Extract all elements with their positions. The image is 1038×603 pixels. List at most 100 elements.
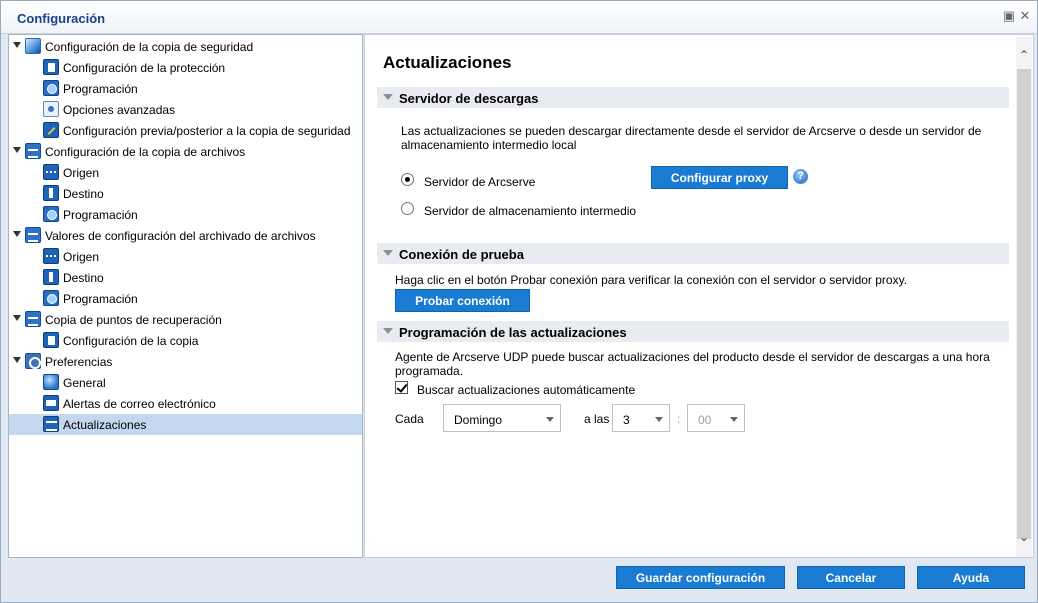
at-label: a las <box>584 412 610 426</box>
tree-node-recovery-point-copy[interactable]: Copia de puntos de recuperación <box>9 309 362 330</box>
test-connection-button[interactable]: Probar conexión <box>395 289 530 312</box>
tree-node-file-archive-source[interactable]: Origen <box>9 246 362 267</box>
updates-icon <box>43 416 59 432</box>
radio-arcserve-server[interactable] <box>401 173 414 186</box>
scroll-up-icon[interactable]: ⌃ <box>1016 47 1032 63</box>
updates-panel: Actualizaciones Servidor de descargas La… <box>364 34 1034 558</box>
tree-node-backup-schedule[interactable]: Programación <box>9 78 362 99</box>
tree-node-file-copy-schedule[interactable]: Programación <box>9 204 362 225</box>
hour-select[interactable]: 3 <box>612 404 670 432</box>
tree-node-label: Programación <box>63 82 138 96</box>
pre-post-icon <box>43 122 59 138</box>
tree-node-general[interactable]: General <box>9 372 362 393</box>
tree-node-file-archive-settings[interactable]: Valores de configuración del archivado d… <box>9 225 362 246</box>
section-download-server[interactable]: Servidor de descargas <box>377 87 1009 108</box>
tree-node-backup-settings[interactable]: Configuración de la copia de seguridad <box>9 36 362 57</box>
destination-icon <box>43 269 59 285</box>
recovery-copy-icon <box>25 311 41 327</box>
scrollbar-thumb[interactable] <box>1017 69 1031 539</box>
panel-scrollbar[interactable]: ⌃ ⌄ <box>1016 37 1032 557</box>
source-icon <box>43 164 59 180</box>
auto-check-checkbox[interactable] <box>395 381 408 394</box>
tree-node-advanced-options[interactable]: Opciones avanzadas <box>9 99 362 120</box>
tree-node-label: Origen <box>63 166 100 180</box>
tree-node-label: Configuración de la copia de seguridad <box>45 40 254 54</box>
tree-node-updates[interactable]: Actualizaciones <box>9 414 362 435</box>
tree-node-label: Programación <box>63 208 138 222</box>
page-title: Actualizaciones <box>383 53 512 72</box>
schedule-icon <box>43 290 59 306</box>
tree-node-label: Destino <box>63 271 104 285</box>
tree-node-label: Copia de puntos de recuperación <box>45 313 222 327</box>
tree-node-label: Actualizaciones <box>63 418 147 432</box>
radio-staging-server[interactable] <box>401 202 414 215</box>
day-select-value: Domingo <box>454 413 503 427</box>
section-update-schedule[interactable]: Programación de las actualizaciones <box>377 321 1009 342</box>
help-icon[interactable]: ? <box>793 169 808 184</box>
minute-select[interactable]: 00 <box>687 404 745 432</box>
section-heading: Conexión de prueba <box>399 247 524 262</box>
settings-tree: Configuración de la copia de seguridad C… <box>8 34 363 558</box>
day-select[interactable]: Domingo <box>443 404 561 432</box>
time-separator: : <box>677 412 681 426</box>
expand-triangle-icon[interactable] <box>13 357 21 363</box>
tree-node-label: Destino <box>63 187 104 201</box>
email-alerts-icon <box>43 395 59 411</box>
radio-staging-label: Servidor de almacenamiento intermedio <box>424 204 637 218</box>
collapse-triangle-icon[interactable] <box>383 94 393 100</box>
save-settings-button[interactable]: Guardar configuración <box>616 566 785 589</box>
download-server-description: Las actualizaciones se pueden descargar … <box>401 124 982 152</box>
chevron-down-icon <box>546 417 554 422</box>
tree-node-label: Programación <box>63 292 138 306</box>
test-connection-description: Haga clic en el botón Probar conexión pa… <box>395 273 908 287</box>
copy-settings-icon <box>43 332 59 348</box>
tree-node-file-archive-schedule[interactable]: Programación <box>9 288 362 309</box>
tree-node-protection-settings[interactable]: Configuración de la protección <box>9 57 362 78</box>
collapse-triangle-icon[interactable] <box>383 250 393 256</box>
tree-node-file-archive-destination[interactable]: Destino <box>9 267 362 288</box>
configure-proxy-button[interactable]: Configurar proxy <box>651 166 788 189</box>
expand-triangle-icon[interactable] <box>13 231 21 237</box>
tree-node-label: Alertas de correo electrónico <box>63 397 216 411</box>
expand-triangle-icon[interactable] <box>13 42 21 48</box>
hour-select-value: 3 <box>623 413 630 427</box>
tree-node-label: Configuración de la protección <box>63 61 226 75</box>
tree-node-label: Opciones avanzadas <box>63 103 176 117</box>
tree-node-file-copy-source[interactable]: Origen <box>9 162 362 183</box>
tree-node-file-copy-destination[interactable]: Destino <box>9 183 362 204</box>
tree-node-label: Configuración de la copia <box>63 334 199 348</box>
tree-node-email-alerts[interactable]: Alertas de correo electrónico <box>9 393 362 414</box>
collapse-triangle-icon[interactable] <box>383 328 393 334</box>
chevron-down-icon <box>655 417 663 422</box>
tree-node-label: General <box>63 376 106 390</box>
file-archive-icon <box>25 227 41 243</box>
backup-icon <box>25 38 41 54</box>
section-test-connection[interactable]: Conexión de prueba <box>377 243 1009 264</box>
update-schedule-description: Agente de Arcserve UDP puede buscar actu… <box>395 350 990 378</box>
tree-node-file-copy-settings[interactable]: Configuración de la copia de archivos <box>9 141 362 162</box>
help-button[interactable]: Ayuda <box>917 566 1025 589</box>
tree-node-pre-post-backup[interactable]: Configuración previa/posterior a la copi… <box>9 120 362 141</box>
cancel-button[interactable]: Cancelar <box>797 566 905 589</box>
scroll-down-icon[interactable]: ⌄ <box>1016 529 1032 545</box>
general-icon <box>43 374 59 390</box>
every-label: Cada <box>395 412 424 426</box>
tree-node-preferences[interactable]: Preferencias <box>9 351 362 372</box>
section-heading: Programación de las actualizaciones <box>399 325 627 340</box>
destination-icon <box>43 185 59 201</box>
restore-icon[interactable]: ▣ <box>1002 9 1016 23</box>
tree-node-label: Valores de configuración del archivado d… <box>45 229 316 243</box>
file-copy-icon <box>25 143 41 159</box>
auto-check-label: Buscar actualizaciones automáticamente <box>417 383 636 397</box>
schedule-icon <box>43 206 59 222</box>
radio-arcserve-label: Servidor de Arcserve <box>424 175 536 189</box>
title-bar: Configuración ▣ ✕ <box>1 1 1037 34</box>
section-heading: Servidor de descargas <box>399 91 539 106</box>
advanced-options-icon <box>43 101 59 117</box>
tree-node-label: Origen <box>63 250 100 264</box>
expand-triangle-icon[interactable] <box>13 147 21 153</box>
tree-node-copy-settings[interactable]: Configuración de la copia <box>9 330 362 351</box>
expand-triangle-icon[interactable] <box>13 315 21 321</box>
close-icon[interactable]: ✕ <box>1018 9 1032 23</box>
preferences-icon <box>25 353 41 369</box>
